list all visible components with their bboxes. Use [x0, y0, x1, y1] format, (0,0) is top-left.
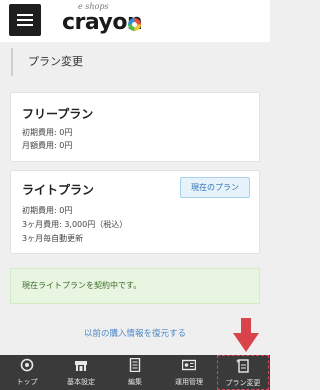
page-title: プラン変更 [28, 55, 83, 68]
app-header: e shops crayon [0, 0, 270, 42]
id-card-icon [182, 359, 196, 371]
restore-purchase-link[interactable]: 以前の購入情報を復元する [0, 327, 270, 339]
red-arrow-icon [233, 318, 259, 352]
document-icon [129, 358, 141, 372]
notice-text: 現在ライトプランを契約中です。 [22, 281, 142, 290]
dashboard-icon [20, 358, 34, 372]
hamburger-menu-button[interactable] [9, 4, 41, 36]
plan-detail: 月額費用: 0円 [22, 141, 73, 150]
nav-label: 基本設定 [67, 378, 95, 386]
page-title-block: プラン変更 [11, 48, 83, 76]
plan-detail: 初期費用: 0円 [22, 206, 73, 215]
plan-name: フリープラン [22, 107, 94, 121]
logo-color-wheel-icon [128, 18, 141, 31]
contract-status-notice: 現在ライトプランを契約中です。 [10, 268, 260, 304]
nav-item-top[interactable]: トップ [0, 355, 54, 390]
plan-detail: 初期費用: 0円 [22, 128, 73, 137]
plan-name: ライトプラン [22, 183, 95, 197]
nav-item-operations[interactable]: 運用管理 [162, 355, 216, 390]
nav-item-basic-settings[interactable]: 基本設定 [54, 355, 108, 390]
store-icon [75, 361, 87, 371]
light-plan-card: ライトプラン 現在のプラン 初期費用: 0円 3ヶ月費用: 3,000円（税込）… [10, 170, 260, 254]
menu-bar-icon [17, 24, 33, 26]
nav-label: トップ [16, 378, 38, 386]
nav-item-edit[interactable]: 編集 [108, 355, 162, 390]
menu-bar-icon [17, 14, 33, 16]
nav-label: プラン変更 [225, 379, 261, 387]
current-plan-button[interactable]: 現在のプラン [180, 177, 250, 198]
nav-label: 編集 [128, 378, 142, 386]
free-plan-card: フリープラン 初期費用: 0円 月額費用: 0円 [10, 92, 260, 162]
crayon-logo[interactable]: e shops crayon [62, 2, 172, 38]
nav-item-plan-change[interactable]: プラン変更 [217, 355, 269, 390]
menu-bar-icon [17, 19, 33, 21]
nav-label: 運用管理 [175, 378, 203, 386]
plan-detail: 3ヶ月費用: 3,000円（税込） [22, 220, 128, 229]
plan-detail: 3ヶ月毎自動更新 [22, 234, 84, 243]
bottom-navigation: トップ 基本設定 編集 運用管理 プラン変更 [0, 355, 270, 390]
plan-document-icon [236, 359, 249, 373]
